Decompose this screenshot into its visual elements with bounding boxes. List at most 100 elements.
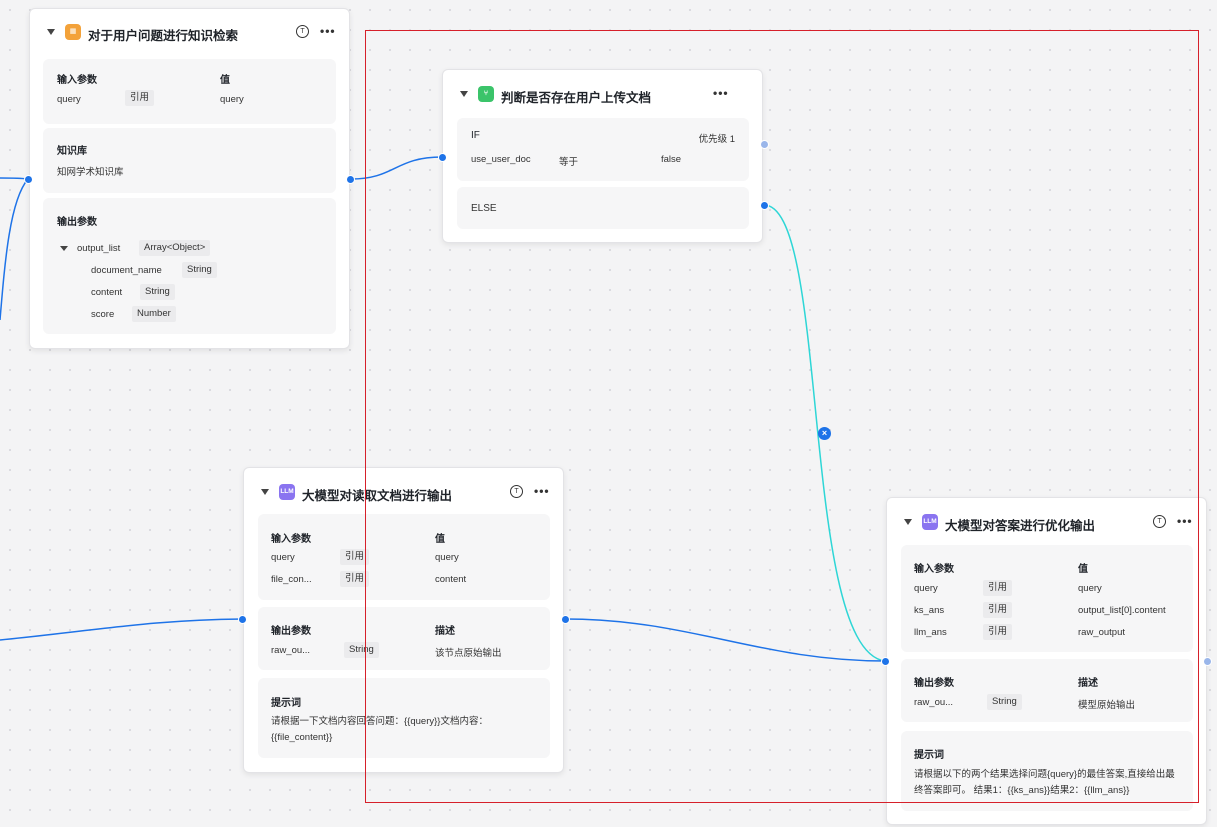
prompt-section: 提示词 请根据以下的两个结果选择问题{query}的最佳答案,直接给出最终答案即… xyxy=(901,731,1193,811)
knowledge-base-value[interactable]: 知网学术知识库 xyxy=(57,164,124,178)
prompt-text[interactable]: 请根据以下的两个结果选择问题{query}的最佳答案,直接给出最终答案即可。 结… xyxy=(914,767,1180,799)
output-params-section: 输出参数 描述 raw_ou... String 该节点原始输出 xyxy=(258,607,550,670)
output-child-type: Number xyxy=(132,306,176,322)
llm1-output-port[interactable] xyxy=(561,615,570,624)
output-params-section: 输出参数 描述 raw_ou... String 模型原始输出 xyxy=(901,659,1193,722)
param-value[interactable]: query xyxy=(435,552,459,563)
node-header[interactable]: LLM 大模型对读取文档进行输出 T ••• xyxy=(244,468,563,512)
trigger-icon[interactable]: T xyxy=(510,485,523,498)
input-params-section: 输入参数 值 query 引用 query file_con... 引用 con… xyxy=(258,514,550,600)
else-label: ELSE xyxy=(471,203,497,214)
input-params-section: 输入参数 值 query 引用 query xyxy=(43,59,336,124)
more-options-icon[interactable]: ••• xyxy=(534,484,550,498)
output-desc: 该节点原始输出 xyxy=(435,648,502,659)
delete-connection-icon[interactable]: × xyxy=(818,427,831,440)
param-name: file_con... xyxy=(271,574,312,585)
collapse-caret-icon[interactable] xyxy=(460,91,468,97)
cond-input-port[interactable] xyxy=(438,153,447,162)
node-title: 对于用户问题进行知识检索 xyxy=(88,29,239,43)
param-type-tag[interactable]: 引用 xyxy=(340,571,370,587)
condition-operator[interactable]: 等于 xyxy=(559,154,578,168)
priority-label: 优先级 1 xyxy=(698,134,735,145)
knowledge-base-section: 知识库 知网学术知识库 xyxy=(43,128,336,193)
param-name: query xyxy=(914,583,938,594)
input-params-label: 输入参数 xyxy=(57,75,97,86)
wire-left-to-llm1 xyxy=(0,618,244,641)
desc-header: 描述 xyxy=(435,626,455,637)
param-type-tag[interactable]: 引用 xyxy=(125,90,155,106)
kb-input-port[interactable] xyxy=(24,175,33,184)
more-options-icon[interactable]: ••• xyxy=(320,24,336,38)
prompt-label: 提示词 xyxy=(914,750,944,761)
output-name: raw_ou... xyxy=(271,645,311,656)
condition-variable[interactable]: use_user_doc xyxy=(471,154,531,165)
output-name: raw_ou... xyxy=(914,697,954,708)
kb-output-port[interactable] xyxy=(346,175,355,184)
prompt-label: 提示词 xyxy=(271,698,301,709)
knowledge-base-icon: ▦ xyxy=(65,24,81,40)
output-type-tag: String xyxy=(344,642,379,658)
node-header[interactable]: LLM 大模型对答案进行优化输出 T ••• xyxy=(887,498,1206,542)
else-output-port[interactable] xyxy=(760,201,769,210)
output-child-name: content xyxy=(91,287,123,298)
param-value[interactable]: output_list[0].content xyxy=(1078,605,1166,616)
prompt-text[interactable]: 请根据一下文档内容回答问题：{{query}}文档内容：{{file_conte… xyxy=(271,714,511,746)
more-options-icon[interactable]: ••• xyxy=(713,86,729,100)
llm2-output-port[interactable] xyxy=(1203,657,1212,666)
input-params-label: 输入参数 xyxy=(271,534,311,545)
node-knowledge-retrieval[interactable]: ▦ 对于用户问题进行知识检索 T ••• 输入参数 值 query 引用 que… xyxy=(29,8,350,349)
llm1-input-port[interactable] xyxy=(238,615,247,624)
node-condition[interactable]: ⑂ 判断是否存在用户上传文档 ••• IF 优先级 1 use_user_doc… xyxy=(442,69,763,243)
input-params-label: 输入参数 xyxy=(914,564,954,575)
wire-llm1-to-llm2 xyxy=(564,618,886,662)
collapse-caret-icon[interactable] xyxy=(47,29,55,35)
param-name: query xyxy=(271,552,295,563)
node-title: 判断是否存在用户上传文档 xyxy=(501,91,652,105)
param-type-tag[interactable]: 引用 xyxy=(983,624,1013,640)
wire-left-vertical xyxy=(0,178,29,321)
more-options-icon[interactable]: ••• xyxy=(1177,514,1193,528)
param-value[interactable]: query xyxy=(220,94,244,105)
collapse-caret-icon[interactable] xyxy=(904,519,912,525)
node-header[interactable]: ▦ 对于用户问题进行知识检索 T ••• xyxy=(30,9,349,53)
param-type-tag[interactable]: 引用 xyxy=(983,602,1013,618)
param-name: ks_ans xyxy=(914,605,945,616)
output-params-label: 输出参数 xyxy=(57,217,97,228)
output-child-name: score xyxy=(91,309,115,320)
if-output-port[interactable] xyxy=(760,140,769,149)
param-value[interactable]: content xyxy=(435,574,466,585)
wire-kb-to-cond xyxy=(350,156,443,180)
value-header: 值 xyxy=(435,534,445,545)
output-child-type: String xyxy=(182,262,217,278)
if-branch-section: IF 优先级 1 use_user_doc 等于 false xyxy=(457,118,749,181)
value-header: 值 xyxy=(220,75,230,86)
output-params-label: 输出参数 xyxy=(271,626,311,637)
output-root-name: output_list xyxy=(77,243,121,254)
output-type-tag: String xyxy=(987,694,1022,710)
node-llm-read-doc[interactable]: LLM 大模型对读取文档进行输出 T ••• 输入参数 值 query 引用 q… xyxy=(243,467,564,773)
param-type-tag[interactable]: 引用 xyxy=(340,549,370,565)
llm2-input-port[interactable] xyxy=(881,657,890,666)
param-value[interactable]: query xyxy=(1078,583,1102,594)
node-title: 大模型对读取文档进行输出 xyxy=(302,489,453,503)
node-header[interactable]: ⑂ 判断是否存在用户上传文档 ••• xyxy=(443,70,762,114)
input-params-section: 输入参数 值 query 引用 query ks_ans 引用 output_l… xyxy=(901,545,1193,652)
param-type-tag[interactable]: 引用 xyxy=(983,580,1013,596)
node-llm-optimize[interactable]: LLM 大模型对答案进行优化输出 T ••• 输入参数 值 query 引用 q… xyxy=(886,497,1207,825)
prompt-section: 提示词 请根据一下文档内容回答问题：{{query}}文档内容：{{file_c… xyxy=(258,678,550,758)
llm-icon: LLM xyxy=(279,484,295,500)
output-root-type: Array<Object> xyxy=(139,240,211,256)
llm-icon: LLM xyxy=(922,514,938,530)
param-name: query xyxy=(57,94,81,105)
condition-icon: ⑂ xyxy=(478,86,494,102)
expand-caret-icon[interactable] xyxy=(60,246,68,251)
desc-header: 描述 xyxy=(1078,678,1098,689)
output-params-label: 输出参数 xyxy=(914,678,954,689)
trigger-icon[interactable]: T xyxy=(1153,515,1166,528)
param-value[interactable]: raw_output xyxy=(1078,627,1125,638)
condition-value[interactable]: false xyxy=(661,154,681,165)
collapse-caret-icon[interactable] xyxy=(261,489,269,495)
output-child-name: document_name xyxy=(91,265,162,276)
trigger-icon[interactable]: T xyxy=(296,25,309,38)
output-child-type: String xyxy=(140,284,175,300)
